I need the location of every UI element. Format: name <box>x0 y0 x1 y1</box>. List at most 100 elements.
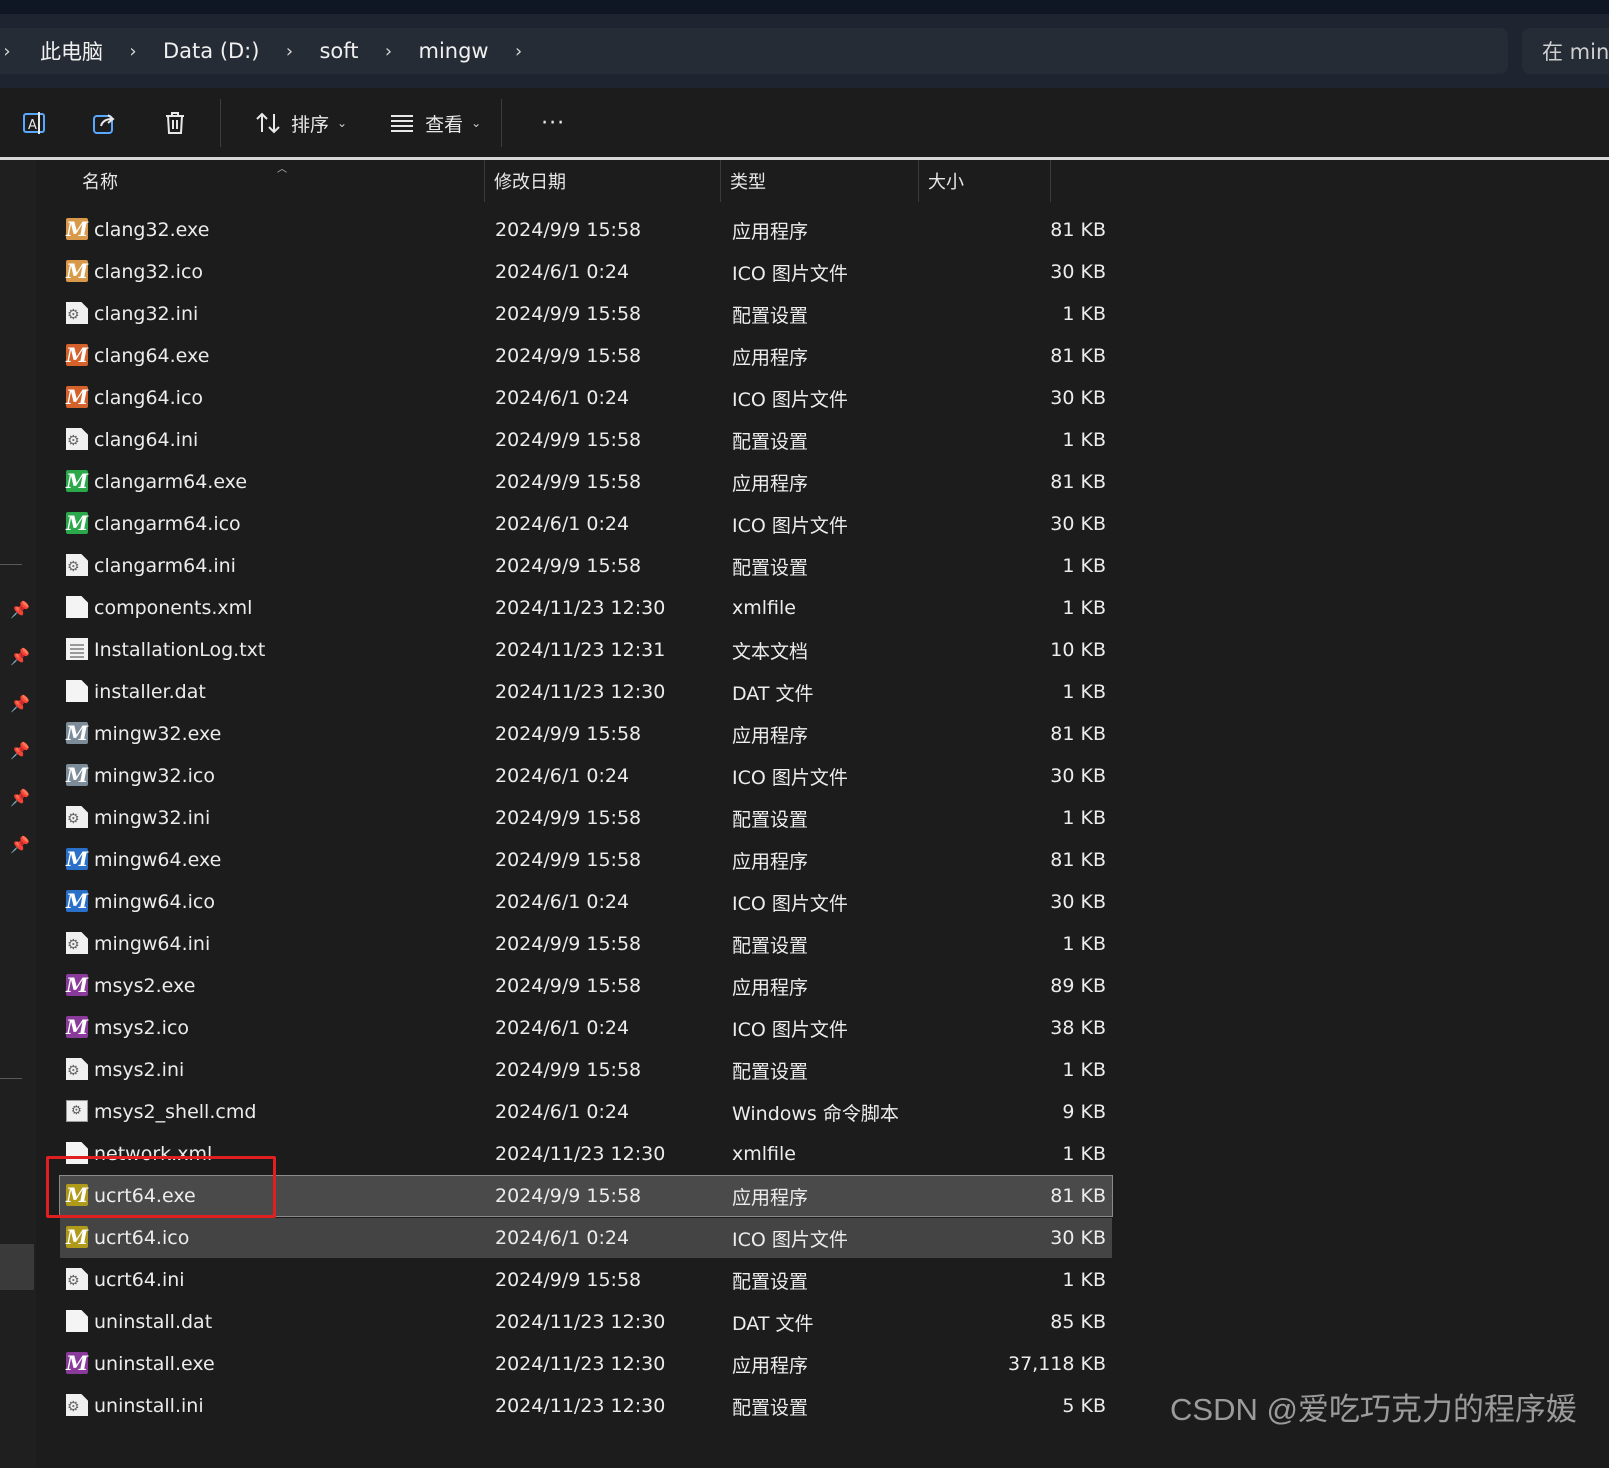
rename-button[interactable]: A <box>10 101 60 145</box>
file-row[interactable]: Mmsys2.exe 2024/9/9 15:58 应用程序 89 KB <box>60 966 1112 1006</box>
sort-ascending-icon: ︿ <box>277 164 287 175</box>
column-header-type[interactable]: 类型 <box>730 160 766 202</box>
file-size: 30 KB <box>1050 891 1106 913</box>
file-row[interactable]: Mclang32.exe 2024/9/9 15:58 应用程序 81 KB <box>60 210 1112 250</box>
column-header-name[interactable]: 名称 <box>82 160 118 202</box>
pin-icon[interactable]: 📌 <box>10 835 30 854</box>
file-size: 1 KB <box>1062 429 1106 451</box>
file-size: 1 KB <box>1062 681 1106 703</box>
delete-button[interactable] <box>150 101 200 145</box>
breadcrumb-item-this-pc[interactable]: 此电脑 <box>34 36 109 66</box>
file-row[interactable]: mingw64.ini2024/9/9 15:58配置设置1 KB <box>60 924 1112 964</box>
column-header-date[interactable]: 修改日期 <box>494 160 566 202</box>
view-button[interactable]: 查看 ⌄ <box>379 101 491 145</box>
file-row[interactable]: Mmingw64.ico 2024/6/1 0:24 ICO 图片文件 30 KB <box>60 882 1112 922</box>
file-size: 5 KB <box>1062 1395 1106 1417</box>
view-label: 查看 <box>425 113 464 136</box>
chevron-down-icon: ⌄ <box>471 116 482 130</box>
file-size: 81 KB <box>1050 849 1106 871</box>
file-size: 81 KB <box>1050 471 1106 493</box>
breadcrumb-item-drive[interactable]: Data (D:) <box>157 39 265 63</box>
column-divider[interactable] <box>1050 160 1051 202</box>
watermark: CSDN @爱吃巧克力的程序媛 <box>1170 1392 1577 1427</box>
share-button[interactable] <box>80 101 130 145</box>
breadcrumb-item-mingw[interactable]: mingw <box>413 39 495 63</box>
view-list-icon <box>391 115 414 132</box>
column-divider[interactable] <box>484 160 485 202</box>
file-row[interactable]: clang64.ini2024/9/9 15:58配置设置1 KB <box>60 420 1112 460</box>
file-size: 89 KB <box>1050 975 1106 997</box>
file-row[interactable]: uninstall.dat 2024/11/23 12:30 DAT 文件 85 KB <box>60 1302 1112 1342</box>
file-row[interactable]: components.xml 2024/11/23 12:30 xmlfile 1 K… <box>60 588 1112 628</box>
column-divider[interactable] <box>720 160 721 202</box>
breadcrumb-chevron-icon[interactable]: › <box>509 41 529 62</box>
file-row[interactable]: mingw32.ini2024/9/9 15:58配置设置1 KB <box>60 798 1112 838</box>
file-size: 1 KB <box>1062 933 1106 955</box>
file-row[interactable]: Mclang64.ico 2024/6/1 0:24 ICO 图片文件 30 KB <box>60 378 1112 418</box>
sort-label: 排序 <box>291 113 330 136</box>
toolbar-divider <box>220 99 221 147</box>
share-icon <box>93 114 115 134</box>
breadcrumb-chevron-icon[interactable]: › <box>279 41 299 62</box>
file-row[interactable]: uninstall.ini2024/11/23 12:30配置设置5 KB <box>60 1386 1112 1426</box>
breadcrumb-item-soft[interactable]: soft <box>313 39 364 63</box>
file-row[interactable]: msys2.ini2024/9/9 15:58配置设置1 KB <box>60 1050 1112 1090</box>
file-size: 30 KB <box>1050 1227 1106 1249</box>
rename-icon: A <box>23 112 45 134</box>
sort-button[interactable]: 排序 ⌄ <box>245 101 357 145</box>
more-options-button[interactable]: ··· <box>528 101 578 145</box>
file-size: 37,118 KB <box>1007 1353 1106 1375</box>
column-divider[interactable] <box>918 160 919 202</box>
title-strip <box>0 0 1609 14</box>
highlight-annotation-box <box>46 1156 276 1218</box>
file-size: 81 KB <box>1050 219 1106 241</box>
file-size: 30 KB <box>1050 261 1106 283</box>
file-size: 9 KB <box>1062 1101 1106 1123</box>
nav-selected-item[interactable] <box>0 1244 34 1290</box>
file-size: 85 KB <box>1050 1311 1106 1333</box>
file-row[interactable]: Mmingw32.exe 2024/9/9 15:58 应用程序 81 KB <box>60 714 1112 754</box>
search-input[interactable]: 在 mingw <box>1522 28 1609 74</box>
file-row[interactable]: ucrt64.ini2024/9/9 15:58配置设置1 KB <box>60 1260 1112 1300</box>
file-list: ︿ 名称 修改日期 类型 大小 Mclang32.exe 2024/9/9 15:… <box>36 160 1609 1468</box>
file-size: 1 KB <box>1062 1059 1106 1081</box>
file-row[interactable]: InstallationLog.txt 2024/11/23 12:31 文本文档 1… <box>60 630 1112 670</box>
breadcrumb-chevron-icon[interactable]: › <box>123 41 143 62</box>
pin-icon[interactable]: 📌 <box>10 741 30 760</box>
file-size: 1 KB <box>1062 1269 1106 1291</box>
file-row[interactable]: Mmingw32.ico 2024/6/1 0:24 ICO 图片文件 30 KB <box>60 756 1112 796</box>
chevron-down-icon: ⌄ <box>337 116 348 130</box>
toolbar-divider <box>501 99 503 147</box>
pin-icon[interactable]: 📌 <box>10 600 30 619</box>
file-row[interactable]: Mucrt64.ico 2024/6/1 0:24 ICO 图片文件 30 KB <box>60 1218 1112 1258</box>
file-row[interactable]: Muninstall.exe 2024/11/23 12:30 应用程序 37,118… <box>60 1344 1112 1384</box>
file-row[interactable]: msys2_shell.cmd2024/6/1 0:24Windows 命令脚本… <box>60 1092 1112 1132</box>
file-size: 81 KB <box>1050 345 1106 367</box>
pin-icon[interactable]: 📌 <box>10 694 30 713</box>
file-row[interactable]: installer.dat 2024/11/23 12:30 DAT 文件 1 KB <box>60 672 1112 712</box>
navigation-pane[interactable]: 📌 📌 📌 📌 📌 📌 <box>0 160 37 1468</box>
breadcrumb-chevron-icon[interactable]: › <box>0 41 14 62</box>
file-size: 38 KB <box>1050 1017 1106 1039</box>
column-header-size[interactable]: 大小 <box>928 160 964 202</box>
breadcrumb[interactable]: › 此电脑 › Data (D:) › soft › mingw › <box>0 28 1508 74</box>
file-size: 1 KB <box>1062 555 1106 577</box>
svg-text:A: A <box>28 118 37 133</box>
file-row[interactable]: Mclangarm64.ico 2024/6/1 0:24 ICO 图片文件 30 K… <box>60 504 1112 544</box>
breadcrumb-chevron-icon[interactable]: › <box>379 41 399 62</box>
file-row[interactable]: Mclang32.ico 2024/6/1 0:24 ICO 图片文件 30 KB <box>60 252 1112 292</box>
pin-icon[interactable]: 📌 <box>10 647 30 666</box>
file-row[interactable]: clang32.ini2024/9/9 15:58配置设置1 KB <box>60 294 1112 334</box>
file-size: 30 KB <box>1050 513 1106 535</box>
file-row[interactable]: Mclangarm64.exe 2024/9/9 15:58 应用程序 81 KB <box>60 462 1112 502</box>
file-row[interactable]: Mmingw64.exe 2024/9/9 15:58 应用程序 81 KB <box>60 840 1112 880</box>
command-bar: A 排序 ⌄ 查看 ⌄ ··· <box>0 88 1609 158</box>
nav-divider <box>0 564 22 565</box>
file-size: 10 KB <box>1050 639 1106 661</box>
file-row[interactable]: Mclang64.exe 2024/9/9 15:58 应用程序 81 KB <box>60 336 1112 376</box>
file-row[interactable]: Mmsys2.ico 2024/6/1 0:24 ICO 图片文件 38 KB <box>60 1008 1112 1048</box>
column-header-row: ︿ 名称 修改日期 类型 大小 <box>36 160 1076 202</box>
file-row[interactable]: clangarm64.ini2024/9/9 15:58配置设置1 KB <box>60 546 1112 586</box>
file-size: 1 KB <box>1062 303 1106 325</box>
pin-icon[interactable]: 📌 <box>10 788 30 807</box>
